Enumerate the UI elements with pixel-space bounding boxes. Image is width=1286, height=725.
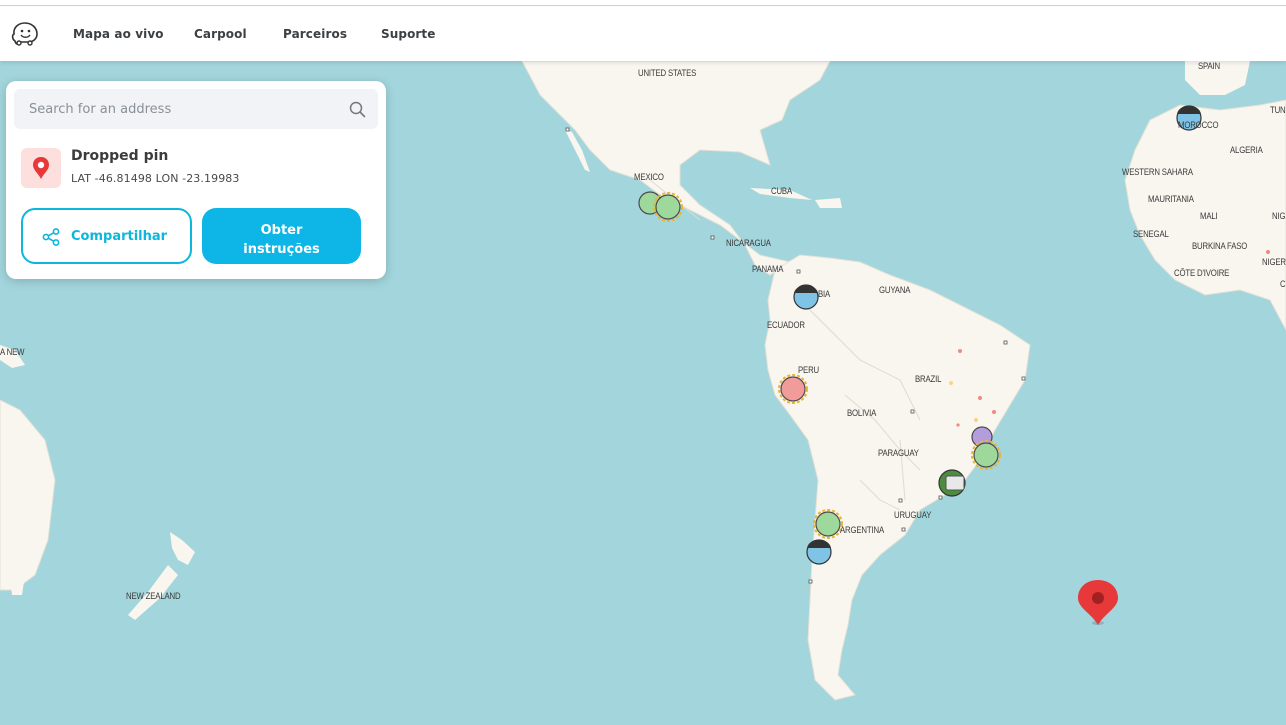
label-peru: PERU	[798, 365, 819, 376]
label-niger: NIG	[1272, 211, 1286, 222]
label-western-sahara: WESTERN SAHARA	[1122, 167, 1193, 178]
label-algeria: ALGERIA	[1230, 145, 1263, 156]
dropped-pin-badge	[21, 148, 61, 188]
top-navbar: Mapa ao vivo Carpool Parceiros Suporte	[0, 6, 1286, 61]
label-papua-new-guinea: A NEW	[0, 347, 25, 358]
search-input[interactable]	[14, 89, 378, 129]
label-senegal: SENEGAL	[1133, 229, 1169, 240]
search-box	[14, 89, 378, 129]
directions-label-line2: instruções	[243, 242, 320, 257]
share-button-label: Compartilhar	[71, 229, 168, 244]
label-spain: SPAIN	[1198, 61, 1220, 72]
label-nicaragua: NICARAGUA	[726, 238, 771, 249]
directions-label-line1: Obter	[260, 223, 303, 238]
nav-live-map[interactable]: Mapa ao vivo	[73, 27, 164, 41]
label-cote-divoire: CÔTE D'IVOIRE	[1174, 268, 1230, 279]
label-brazil: BRAZIL	[915, 374, 942, 385]
nav-carpool[interactable]: Carpool	[194, 27, 247, 41]
map-pin-icon	[33, 157, 49, 179]
label-mali: MALI	[1200, 211, 1218, 222]
wazer-avatar-bus	[938, 469, 966, 497]
label-tunisia: TUNI	[1270, 105, 1286, 116]
label-cameroon: C	[1280, 279, 1286, 290]
label-mauritania: MAURITANIA	[1148, 194, 1194, 205]
get-directions-button[interactable]: Obter instruções	[202, 208, 361, 264]
label-bolivia: BOLIVIA	[847, 408, 877, 419]
pin-coordinates: LAT -46.81498 LON -23.19983	[71, 172, 240, 185]
label-united-states: UNITED STATES	[638, 68, 697, 79]
label-colombia: BIA	[818, 289, 831, 300]
waze-logo-icon[interactable]	[10, 19, 40, 49]
label-paraguay: PARAGUAY	[878, 448, 919, 459]
label-uruguay: URUGUAY	[894, 510, 932, 521]
pin-title: Dropped pin	[71, 148, 169, 164]
share-icon	[42, 228, 60, 246]
label-panama: PANAMA	[752, 264, 784, 275]
label-cuba: CUBA	[771, 186, 792, 197]
window-top-edge	[0, 0, 1286, 6]
label-burkina-faso: BURKINA FASO	[1192, 241, 1248, 252]
label-nigeria: NIGERIA	[1262, 257, 1286, 268]
share-button[interactable]: Compartilhar	[21, 208, 192, 264]
label-morocco: MOROCCO	[1178, 120, 1219, 131]
location-panel: Dropped pin LAT -46.81498 LON -23.19983 …	[6, 81, 386, 279]
nav-support[interactable]: Suporte	[381, 27, 436, 41]
label-guyana: GUYANA	[879, 285, 911, 296]
wazer-avatar-argentina-2	[806, 539, 832, 565]
label-ecuador: ECUADOR	[767, 320, 805, 331]
label-argentina: ARGENTINA	[840, 525, 884, 536]
search-icon[interactable]	[349, 101, 366, 118]
label-new-zealand: NEW ZEALAND	[126, 591, 181, 602]
nav-partners[interactable]: Parceiros	[283, 27, 347, 41]
wazer-avatar-colombia	[793, 284, 819, 310]
label-mexico: MEXICO	[634, 172, 664, 183]
